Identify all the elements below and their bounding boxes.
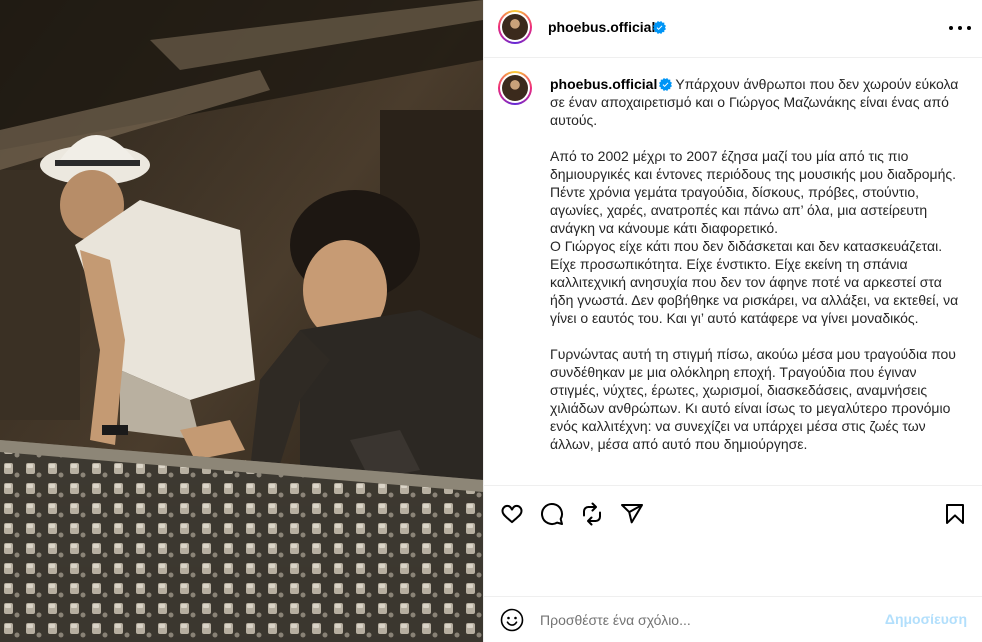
comment-bar: Δημοσίευση [484, 596, 982, 642]
emoji-icon[interactable] [500, 608, 524, 632]
verified-badge-icon [659, 78, 673, 91]
repost-icon[interactable] [580, 502, 604, 526]
header-username[interactable]: phoebus.official [548, 19, 655, 35]
caption-paragraph-2: Από το 2002 μέχρι το 2007 έζησα μαζί του… [550, 148, 957, 236]
caption-avatar[interactable] [498, 71, 532, 105]
more-options-icon[interactable] [949, 18, 971, 38]
heart-icon[interactable] [500, 502, 524, 526]
studio-photo [0, 0, 483, 642]
post-header: phoebus.official [484, 0, 982, 58]
post-photo[interactable] [0, 0, 483, 642]
action-bar [484, 485, 982, 539]
caption-username[interactable]: phoebus.official [550, 76, 657, 92]
comment-icon[interactable] [540, 502, 564, 526]
caption-area: phoebus.official Υπάρχουν άνθρωποι που δε… [484, 59, 982, 484]
send-icon[interactable] [620, 502, 644, 526]
post-comment-button[interactable]: Δημοσίευση [885, 611, 967, 627]
caption-text: phoebus.official Υπάρχουν άνθρωποι που δε… [550, 75, 960, 453]
post-details-panel: phoebus.official phoebus.official Υπάρχου… [483, 0, 982, 642]
caption-paragraph-3: Ο Γιώργος είχε κάτι που δεν διδάσκεται κ… [550, 238, 959, 326]
comment-input[interactable] [540, 609, 860, 631]
bookmark-icon[interactable] [943, 502, 967, 526]
avatar[interactable] [498, 10, 532, 44]
caption-paragraph-4: Γυρνώντας αυτή τη στιγμή πίσω, ακούω μέσ… [550, 346, 956, 452]
verified-badge-icon [653, 21, 666, 34]
